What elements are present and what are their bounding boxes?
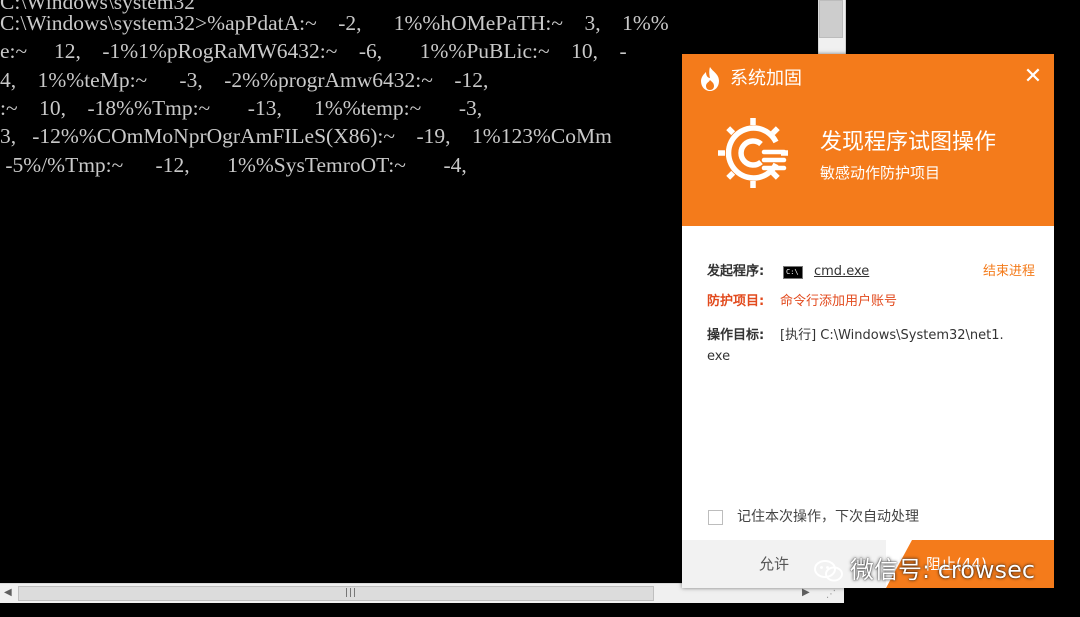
- console-line: :~ 10, -18%%Tmp:~ -13, 1%%temp:~ -3,: [0, 96, 483, 120]
- wechat-icon: [814, 560, 843, 582]
- watermark-text: 微信号: crowsec: [850, 556, 1036, 584]
- console-line: 3, -12%%COmMoNprOgrAmFILeS(X86):~ -19, 1…: [0, 124, 612, 148]
- vertical-scrollbar-thumb[interactable]: [819, 0, 843, 38]
- flame-shield-logo-icon: [701, 67, 719, 91]
- horizontal-scrollbar-thumb[interactable]: |||: [18, 586, 654, 601]
- remember-label: 记住本次操作，下次自动处理: [737, 509, 919, 525]
- resize-grip-icon[interactable]: ⋰: [826, 589, 836, 600]
- target-value-continued: exe: [707, 349, 731, 364]
- watermark: 微信号: crowsec: [814, 550, 1035, 590]
- desktop-strip: [0, 603, 1080, 617]
- console-line: C:\Windows\system32>%apPdatA:~ -2, 1%%hO…: [0, 11, 669, 35]
- console-line: -5%/%Tmp:~ -12, 1%%SysTemroOT:~ -4,: [0, 153, 467, 177]
- dialog-title: 系统加固: [730, 68, 802, 89]
- target-label: 操作目标:: [707, 328, 765, 343]
- alert-headline: 发现程序试图操作: [820, 130, 997, 155]
- console-line: e:~ 12, -1%1%pRogRaMW6432:~ -6, 1%%PuBLi…: [0, 39, 627, 63]
- grip-icon: |||: [345, 588, 358, 598]
- protect-item-label: 防护项目:: [707, 294, 765, 309]
- alert-subheadline: 敏感动作防护项目: [820, 164, 941, 182]
- end-process-link[interactable]: 结束进程: [983, 262, 1035, 282]
- close-icon[interactable]: ✕: [1022, 64, 1044, 90]
- target-value: [执行] C:\Windows\System32\net1.: [780, 328, 1004, 343]
- initiator-label: 发起程序:: [707, 264, 765, 279]
- console-line: 4, 1%%teMp:~ -3, -2%%progrAmw6432:~ -12,: [0, 68, 489, 92]
- security-alert-dialog: 系统加固 ✕ 发现程序试图操作 敏感动作防护项目 发起程序: C:\ cmd.e…: [682, 54, 1054, 588]
- protect-item-value: 命令行添加用户账号: [780, 294, 898, 309]
- gear-shield-icon: [718, 118, 788, 188]
- cmd-program-icon: C:\: [783, 266, 803, 279]
- scroll-right-arrow-icon[interactable]: ▶: [802, 587, 810, 598]
- dialog-header: 系统加固 ✕ 发现程序试图操作 敏感动作防护项目: [682, 54, 1054, 226]
- initiator-link[interactable]: cmd.exe: [814, 262, 869, 282]
- scroll-left-arrow-icon[interactable]: ◀: [4, 587, 12, 598]
- remember-checkbox[interactable]: [708, 510, 723, 525]
